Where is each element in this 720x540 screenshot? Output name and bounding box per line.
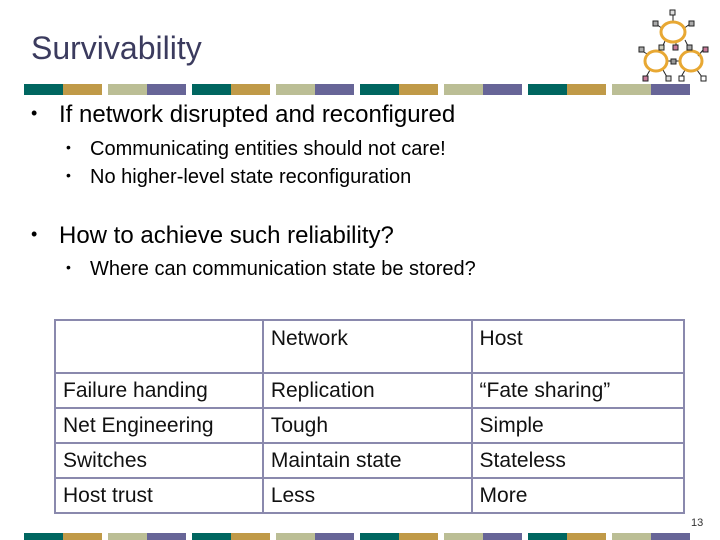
table-header-cell <box>54 319 264 374</box>
title-divider-stripe <box>24 84 690 95</box>
table-cell: Net Engineering <box>54 407 264 444</box>
stripe-segment <box>612 84 651 95</box>
footer-divider-stripe <box>24 533 690 540</box>
stripe-segment <box>192 84 231 95</box>
stripe-segment <box>612 533 651 540</box>
bullet-dot-icon: • <box>66 259 71 275</box>
table-cell: Switches <box>54 442 264 479</box>
table-cell: Replication <box>261 372 473 409</box>
bullet-dot-icon: • <box>31 103 38 123</box>
table-cell: Host trust <box>54 477 264 514</box>
stripe-segment <box>567 533 606 540</box>
table-cell: Failure handing <box>54 372 264 409</box>
bullet-text: No higher-level state reconfiguration <box>90 166 412 188</box>
stripe-segment <box>63 533 102 540</box>
stripe-segment <box>108 84 147 95</box>
bullet-dot-icon: • <box>66 139 71 155</box>
stripe-segment <box>360 533 399 540</box>
stripe-segment <box>276 533 315 540</box>
table-cell: Stateless <box>470 442 686 479</box>
table-cell: Simple <box>470 407 686 444</box>
bullet-level1: • If network disrupted and reconfigured <box>31 101 455 129</box>
stripe-segment <box>276 84 315 95</box>
table-cell: Maintain state <box>261 442 473 479</box>
stripe-segment <box>108 533 147 540</box>
slide-title: Survivability <box>31 30 202 66</box>
stripe-segment <box>483 533 522 540</box>
table-cell: More <box>470 477 686 514</box>
stripe-segment <box>24 84 63 95</box>
stripe-segment <box>63 84 102 95</box>
stripe-segment <box>483 84 522 95</box>
stripe-segment <box>399 533 438 540</box>
stripe-segment <box>651 533 690 540</box>
stripe-segment <box>528 533 567 540</box>
state-storage-table: Network Host Failure handing Replication… <box>54 319 686 514</box>
stripe-segment <box>444 533 483 540</box>
bullet-text: Communicating entities should not care! <box>90 138 446 160</box>
stripe-segment <box>231 84 270 95</box>
stripe-segment <box>651 84 690 95</box>
stripe-segment <box>444 84 483 95</box>
stripe-segment <box>528 84 567 95</box>
table-cell: Tough <box>261 407 473 444</box>
bullet-level2: • No higher-level state reconfiguration <box>66 166 411 189</box>
stripe-segment <box>315 84 354 95</box>
table-header-row: Network Host <box>54 319 686 374</box>
bullet-level2: • Communicating entities should not care! <box>66 138 446 161</box>
page-number: 13 <box>691 517 704 529</box>
bullet-text: How to achieve such reliability? <box>59 222 394 249</box>
table-header-cell: Host <box>470 319 686 374</box>
bullet-text: If network disrupted and reconfigured <box>59 101 456 128</box>
table-cell: “Fate sharing” <box>470 372 686 409</box>
bullet-level2: • Where can communication state be stored… <box>66 258 476 281</box>
stripe-segment <box>147 533 186 540</box>
table-cell: Less <box>261 477 473 514</box>
stripe-segment <box>567 84 606 95</box>
stripe-segment <box>315 533 354 540</box>
bullet-level1: • How to achieve such reliability? <box>31 222 394 250</box>
network-rings-logo-icon <box>638 9 709 82</box>
bullet-dot-icon: • <box>31 224 38 244</box>
table-header-cell: Network <box>261 319 473 374</box>
stripe-segment <box>147 84 186 95</box>
table-row: Net Engineering Tough Simple <box>54 407 686 444</box>
bullet-text: Where can communication state be stored? <box>90 258 476 280</box>
table-row: Switches Maintain state Stateless <box>54 442 686 479</box>
stripe-segment <box>24 533 63 540</box>
bullet-dot-icon: • <box>66 167 71 183</box>
stripe-segment <box>192 533 231 540</box>
stripe-segment <box>231 533 270 540</box>
table-row: Failure handing Replication “Fate sharin… <box>54 372 686 409</box>
stripe-segment <box>399 84 438 95</box>
stripe-segment <box>360 84 399 95</box>
table-row: Host trust Less More <box>54 477 686 514</box>
